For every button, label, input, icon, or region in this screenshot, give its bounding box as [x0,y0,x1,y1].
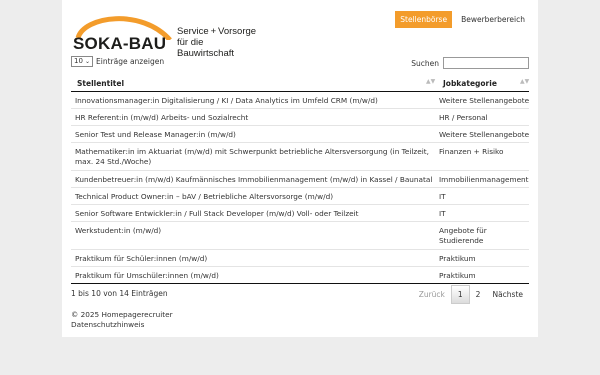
job-category: HR / Personal [439,113,488,122]
table-row[interactable]: Technical Product Owner:in – bAV / Betri… [71,188,529,205]
brand-tagline: Service + Vorsorge für die Bauwirtschaft [177,26,262,59]
table-row[interactable]: Innovationsmanager:in Digitalisierung / … [71,92,529,109]
table-row[interactable]: Werkstudent:in (m/w/d) Angebote für Stud… [71,222,529,250]
pagination-page-1[interactable]: 1 [450,285,470,304]
job-title-link[interactable]: Kundenbetreuer:in (m/w/d) Kaufmännisches… [75,175,437,185]
column-header-jobkategorie[interactable]: Jobkategorie [443,79,497,88]
pagination-previous[interactable]: Zurück [413,286,451,303]
sort-icon[interactable]: ▲▼ [520,78,529,85]
table-controls: 10 ⌄ Einträge anzeigen Suchen [71,56,529,70]
page-footer: © 2025 Homepagerecruiter Datenschutzhinw… [71,310,173,330]
search-input[interactable] [443,57,529,69]
search-label: Suchen [411,58,439,68]
jobs-table: Stellentitel ▲▼ Jobkategorie ▲▼ Innovati… [71,75,529,284]
table-row[interactable]: Mathematiker:in im Aktuariat (m/w/d) mit… [71,143,529,171]
page-container: SOKA-BAU Service + Vorsorge für die Bauw… [62,0,538,337]
table-header: Stellentitel ▲▼ Jobkategorie ▲▼ [71,75,529,92]
pagination-page-2[interactable]: 2 [470,286,487,303]
job-category: Praktikum [439,271,476,280]
job-title-link[interactable]: HR Referent:in (m/w/d) Arbeits- und Sozi… [75,113,437,123]
table-row[interactable]: Praktikum für Schüler:innen (m/w/d) Prak… [71,250,529,267]
sort-icon[interactable]: ▲▼ [426,78,435,85]
table-row[interactable]: Senior Test und Release Manager:in (m/w/… [71,126,529,143]
soka-bau-logo[interactable]: SOKA-BAU Service + Vorsorge für die Bauw… [72,10,262,59]
pagination: Zurück 1 2 Nächste [413,285,529,304]
entries-per-page-label: Einträge anzeigen [96,57,165,66]
chevron-down-icon: ⌄ [84,58,90,65]
nav-stellenboerse-button[interactable]: Stellenbörse [395,11,453,28]
job-category: IT [439,209,446,218]
brand-name: SOKA-BAU [73,34,167,53]
column-header-stellentitel[interactable]: Stellentitel [77,79,124,88]
copyright-text: © 2025 Homepagerecruiter [71,310,173,319]
tagline-line-1: Service + Vorsorge [177,26,257,37]
job-title-link[interactable]: Praktikum für Schüler:innen (m/w/d) [75,254,437,264]
job-category: IT [439,192,446,201]
job-title-link[interactable]: Senior Test und Release Manager:in (m/w/… [75,130,437,140]
table-row[interactable]: Praktikum für Umschüler:innen (m/w/d) Pr… [71,267,529,284]
job-category: Praktikum [439,254,476,263]
table-info: 1 bis 10 von 14 Einträgen [71,289,168,298]
job-title-link[interactable]: Innovationsmanager:in Digitalisierung / … [75,96,437,106]
job-category: Weitere Stellenangebote [439,96,530,105]
job-category: Immobilienmanagement [439,175,529,184]
job-category: Angebote für Studierende [439,226,487,245]
job-title-link[interactable]: Werkstudent:in (m/w/d) [75,226,437,236]
nav-bewerberbereich-button[interactable]: Bewerberbereich [456,11,530,28]
pagination-next[interactable]: Nächste [486,286,529,303]
search-control: Suchen [411,57,529,69]
table-row[interactable]: Kundenbetreuer:in (m/w/d) Kaufmännisches… [71,171,529,188]
privacy-link[interactable]: Datenschutzhinweis [71,320,173,330]
job-category: Weitere Stellenangebote [439,130,530,139]
job-title-link[interactable]: Technical Product Owner:in – bAV / Betri… [75,192,437,202]
job-title-link[interactable]: Praktikum für Umschüler:innen (m/w/d) [75,271,437,281]
entries-per-page-value: 10 [74,57,83,65]
job-category: Finanzen + Risiko [439,147,504,156]
table-row[interactable]: HR Referent:in (m/w/d) Arbeits- und Sozi… [71,109,529,126]
length-control: 10 ⌄ Einträge anzeigen [71,56,164,67]
entries-per-page-select[interactable]: 10 ⌄ [71,56,93,67]
table-row[interactable]: Senior Software Entwickler:in / Full Sta… [71,205,529,222]
job-title-link[interactable]: Senior Software Entwickler:in / Full Sta… [75,209,437,219]
top-nav: Stellenbörse Bewerberbereich [395,11,530,28]
job-title-link[interactable]: Mathematiker:in im Aktuariat (m/w/d) mit… [75,147,437,167]
